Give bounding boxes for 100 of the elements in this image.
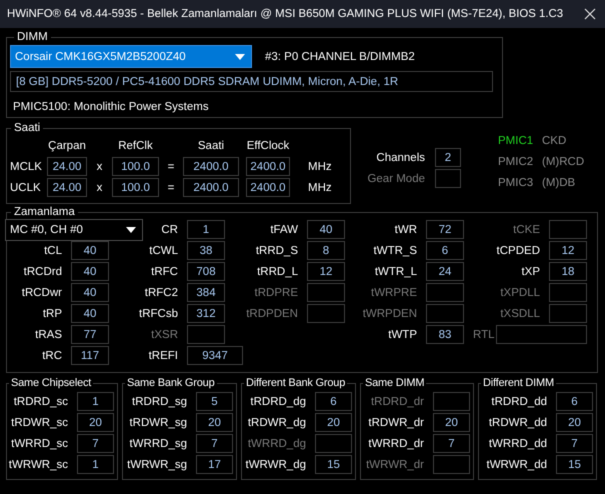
field-label: tCPDED (496, 244, 541, 256)
operator: = (166, 182, 176, 194)
field-label: tRFC2 (144, 286, 179, 298)
column-header: RefClk (117, 140, 154, 152)
pmic-label: PMIC1 (498, 134, 534, 146)
caret-icon (235, 54, 245, 60)
value-field: 40 (71, 283, 109, 302)
value-field: 2400.0 (246, 178, 290, 197)
value-field: 12 (307, 262, 345, 281)
field-label: tXPDLL (500, 286, 541, 298)
field-label: tWTR_L (374, 266, 418, 278)
value-field (307, 304, 345, 323)
operator: x (96, 182, 104, 194)
value-field: 40 (307, 220, 345, 239)
close-icon[interactable] (584, 8, 596, 20)
field-label: tWRPRE (371, 286, 418, 298)
window-title: HWiNFO® 64 v8.44-5935 - Bellek Zamanlamaları @ MSI B650M GAMING PLUS WIFI (MS-7E24), BIOS 1.C3 (7, 8, 564, 20)
value-field: 20 (556, 413, 593, 432)
unit-label: MHz (307, 160, 330, 172)
value-field: 117 (71, 346, 109, 365)
value-field: 6 (315, 392, 352, 411)
value-field: 7 (433, 434, 470, 453)
pmic-label: PMIC3 (498, 176, 534, 188)
field-label: tWRWR_sc (8, 458, 69, 470)
value-field (307, 283, 345, 302)
value-field: 40 (71, 241, 109, 260)
column-header: Saati (196, 140, 226, 152)
value-field: 38 (187, 241, 225, 260)
value-field: 12 (549, 241, 587, 260)
value-field (549, 283, 587, 302)
value-field: 40 (71, 304, 109, 323)
value-field: 83 (426, 325, 464, 344)
field-label: tCL (44, 244, 63, 256)
row-label: UCLK (9, 182, 42, 194)
value-field: 384 (187, 283, 225, 302)
field-label: tRDRD_dd (490, 396, 548, 408)
value-field: 24 (426, 262, 464, 281)
value-field: 20 (196, 413, 233, 432)
value-field: 100.0 (112, 157, 159, 176)
field-label: tXP (521, 266, 541, 278)
field-label: tRDRD_sg (131, 396, 188, 408)
field-label: tRDRD_dr (370, 396, 425, 408)
field-label: tRDRD_sc (12, 396, 69, 408)
panel-title: Same DIMM (364, 377, 426, 390)
panel-title: Different DIMM (482, 377, 555, 390)
value-field: 20 (433, 413, 470, 432)
field-label: tRDWR_sc (10, 416, 69, 428)
value-field: 40 (71, 262, 109, 281)
panel-title: Zamanlama (13, 206, 76, 219)
field-label: tRDWR_dr (367, 416, 425, 428)
value-field (315, 434, 352, 453)
panel-title: Saati (13, 122, 42, 135)
field-label: tRDPRE (254, 286, 299, 298)
unit-label: MHz (307, 182, 330, 194)
value-field: 1 (77, 392, 114, 411)
field-label: tXSR (151, 328, 179, 340)
value-field: 9347 (187, 346, 243, 365)
field-label: tRRD_S (256, 244, 299, 256)
value-field: 17 (196, 455, 233, 474)
value-field (187, 325, 225, 344)
value-field (433, 455, 470, 474)
field-label: tWRWR_sg (126, 458, 188, 470)
field-label: tRP (42, 308, 63, 320)
value-field: 1 (187, 220, 225, 239)
field-label: tWRWR_dr (365, 458, 425, 470)
value-field: 1 (77, 455, 114, 474)
field-label: tRDPDEN (246, 308, 299, 320)
column-header: EffClock (246, 140, 290, 152)
value-field: 5 (196, 392, 233, 411)
field-label: tXSDLL (500, 308, 541, 320)
value-field: 2400.0 (183, 178, 239, 197)
pmic-type-label: CKD (542, 134, 568, 146)
value-field: 7 (196, 434, 233, 453)
value-field (426, 283, 464, 302)
value-field (426, 304, 464, 323)
value-field: 2400.0 (246, 157, 290, 176)
module-info-field: [8 GB] DDR5-5200 / PC5-41600 DDR5 SDRAM UDIMM, Micron, A-Die, 1R (10, 71, 493, 92)
value-field: 8 (307, 241, 345, 260)
field-label: tRFC (151, 266, 179, 278)
value-field: 15 (315, 455, 352, 474)
field-label: tCKE (513, 224, 541, 236)
panel-title: Same Bank Group (126, 377, 216, 390)
field-label: tWRRD_sg (128, 438, 188, 450)
field-label: RTL (473, 328, 495, 340)
field-label: tWRRD_sc (10, 438, 69, 450)
value-field: 312 (187, 304, 225, 323)
pmic-type-label: (M)RCD (542, 156, 584, 168)
channel-dropdown[interactable]: MC #0, CH #0 (5, 218, 143, 240)
value-field: 20 (315, 413, 352, 432)
value-field: 72 (426, 220, 464, 239)
pmic-label: PMIC5100: Monolithic Power Systems (13, 101, 210, 113)
value-field: 20 (77, 413, 114, 432)
field-label: tWTP (388, 328, 418, 340)
slot-label: #3: P0 CHANNEL B/DIMMB2 (265, 50, 415, 62)
module-dropdown[interactable]: Corsair CMK16GX5M2B5200Z40 (10, 45, 252, 68)
field-label: tREFI (148, 350, 179, 362)
field-label: tWRWR_dd (486, 458, 548, 470)
pmic-label: PMIC2 (498, 156, 534, 168)
value-field: 6 (556, 392, 593, 411)
value-field (549, 220, 587, 239)
